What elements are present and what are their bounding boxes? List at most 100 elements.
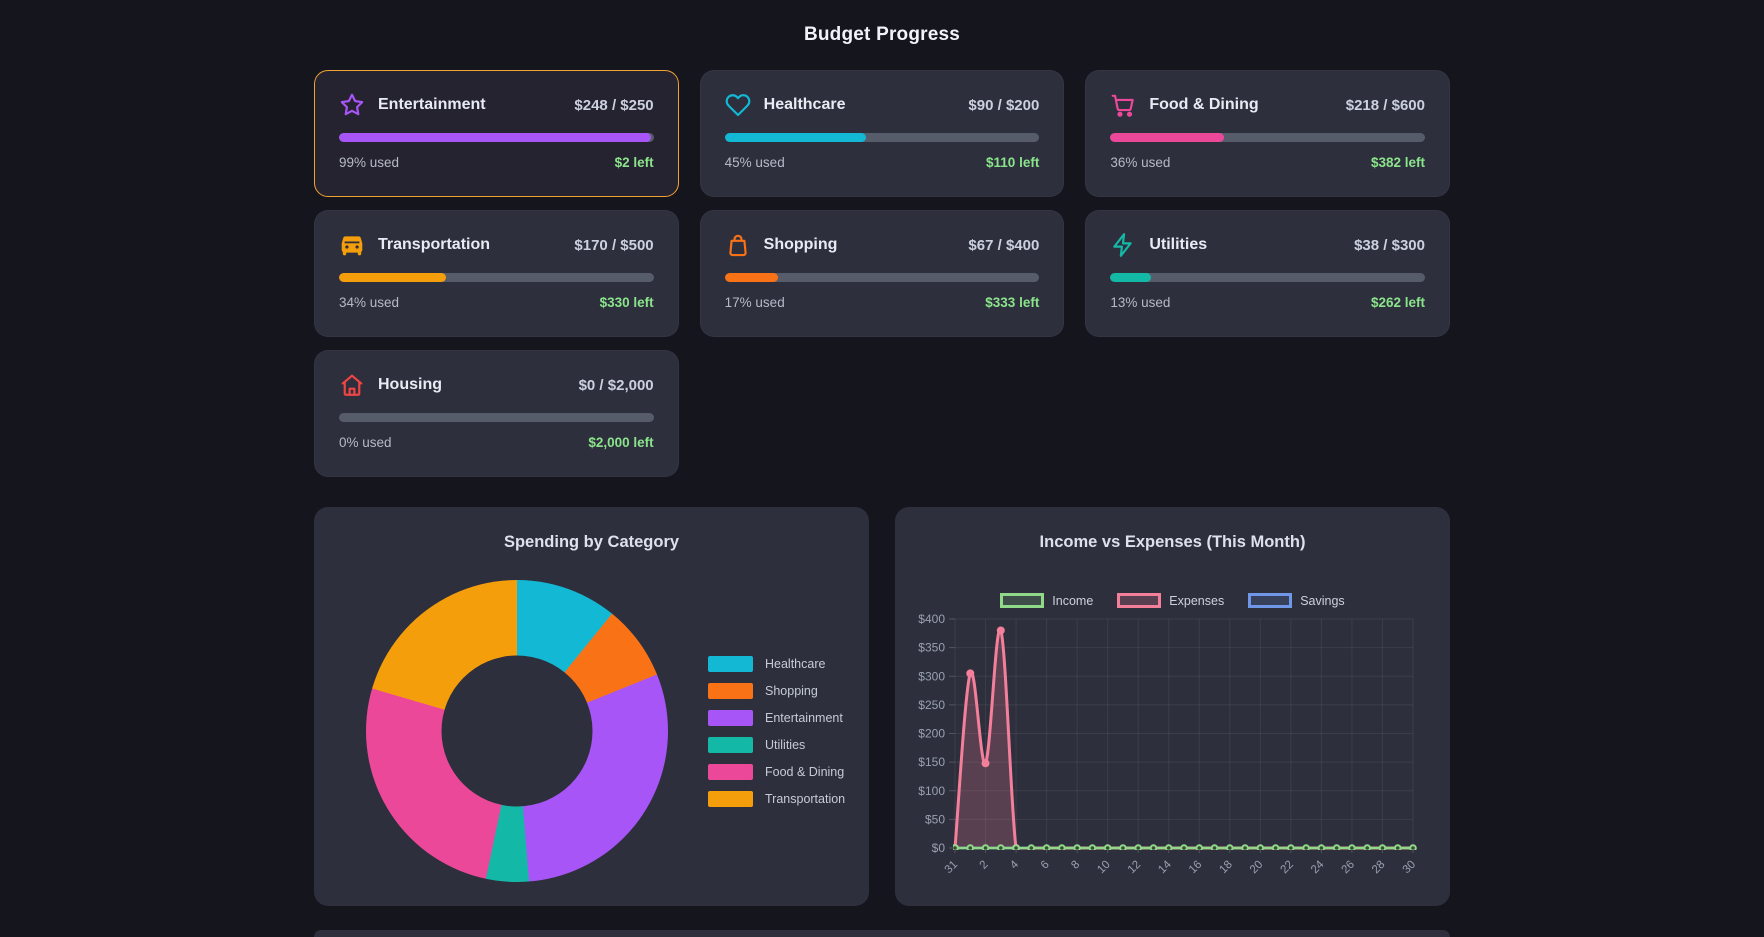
x-axis-tick: 16 — [1187, 859, 1205, 877]
progress-fill — [1110, 133, 1223, 142]
amount-left-label: $110 left — [986, 155, 1039, 170]
y-axis-tick: $200 — [918, 727, 945, 741]
progress-track — [1110, 133, 1425, 142]
pie-legend-item-transportation[interactable]: Transportation — [708, 791, 845, 807]
x-axis-tick: 12 — [1126, 859, 1144, 877]
amount-spent-vs-budget: $0 / $2,000 — [579, 377, 654, 394]
percent-used-label: 0% used — [339, 435, 392, 450]
progress-track — [725, 133, 1040, 142]
budget-card-shopping[interactable]: Shopping $67 / $400 17% used $333 left — [700, 210, 1065, 337]
line-chart-plot[interactable]: $400$350$300$250$200$150$100$50$03124681… — [895, 507, 1450, 906]
spending-by-category-card: Spending by Category Healthcare Shopping… — [314, 507, 869, 906]
pie-legend-item-utilities[interactable]: Utilities — [708, 737, 845, 753]
amount-spent-vs-budget: $170 / $500 — [574, 237, 653, 254]
progress-fill — [725, 133, 867, 142]
star-icon — [339, 92, 365, 118]
budget-dashboard: Budget Progress Entertainment $248 / $25… — [314, 0, 1450, 906]
pie-legend: Healthcare Shopping Entertainment Utilit… — [708, 656, 845, 807]
amount-spent-vs-budget: $248 / $250 — [574, 97, 653, 114]
card-header: Transportation $170 / $500 — [339, 232, 654, 258]
y-axis-tick: $50 — [925, 812, 945, 826]
budget-card-entertainment[interactable]: Entertainment $248 / $250 99% used $2 le… — [314, 70, 679, 197]
shopping-cart-icon — [1110, 92, 1136, 118]
card-footer: 13% used $262 left — [1110, 295, 1425, 310]
percent-used-label: 13% used — [1110, 295, 1170, 310]
donut-hole — [442, 656, 593, 807]
amount-left-label: $333 left — [985, 295, 1039, 310]
amount-left-label: $2 left — [615, 155, 654, 170]
category-name: Transportation — [378, 236, 490, 254]
progress-fill — [725, 273, 778, 282]
category-name: Shopping — [764, 236, 838, 254]
shopping-bag-icon — [725, 232, 751, 258]
category-name: Entertainment — [378, 96, 486, 114]
charts-row: Spending by Category Healthcare Shopping… — [314, 507, 1450, 906]
pie-chart-title: Spending by Category — [314, 533, 869, 552]
home-icon — [339, 372, 365, 398]
card-header: Healthcare $90 / $200 — [725, 92, 1040, 118]
x-axis-tick: 14 — [1156, 858, 1174, 876]
amount-spent-vs-budget: $90 / $200 — [968, 97, 1039, 114]
budget-card-utilities[interactable]: Utilities $38 / $300 13% used $262 left — [1085, 210, 1450, 337]
amount-spent-vs-budget: $67 / $400 — [968, 237, 1039, 254]
amount-spent-vs-budget: $38 / $300 — [1354, 237, 1425, 254]
spending-donut-chart[interactable] — [366, 580, 668, 882]
x-axis-tick: 10 — [1095, 859, 1113, 877]
category-name: Healthcare — [764, 96, 846, 114]
legend-label: Utilities — [765, 738, 805, 752]
amount-left-label: $382 left — [1371, 155, 1425, 170]
budget-cards-grid: Entertainment $248 / $250 99% used $2 le… — [314, 70, 1450, 477]
card-header: Food & Dining $218 / $600 — [1110, 92, 1425, 118]
legend-label: Food & Dining — [765, 765, 844, 779]
legend-swatch — [708, 737, 753, 753]
pie-legend-item-healthcare[interactable]: Healthcare — [708, 656, 845, 672]
category-name: Housing — [378, 376, 442, 394]
pie-legend-item-shopping[interactable]: Shopping — [708, 683, 845, 699]
amount-left-label: $2,000 left — [588, 435, 653, 450]
percent-used-label: 17% used — [725, 295, 785, 310]
y-axis-tick: $0 — [932, 841, 946, 855]
legend-swatch — [708, 764, 753, 780]
progress-track — [1110, 273, 1425, 282]
y-axis-tick: $100 — [918, 784, 945, 798]
legend-label: Healthcare — [765, 657, 825, 671]
card-header: Entertainment $248 / $250 — [339, 92, 654, 118]
x-axis-tick: 2 — [978, 859, 991, 872]
page-title: Budget Progress — [314, 24, 1450, 46]
card-footer: 0% used $2,000 left — [339, 435, 654, 450]
x-axis-tick: 24 — [1309, 858, 1327, 876]
card-footer: 17% used $333 left — [725, 295, 1040, 310]
percent-used-label: 45% used — [725, 155, 785, 170]
x-axis-tick: 28 — [1370, 859, 1388, 877]
budget-card-housing[interactable]: Housing $0 / $2,000 0% used $2,000 left — [314, 350, 679, 477]
budget-card-transportation[interactable]: Transportation $170 / $500 34% used $330… — [314, 210, 679, 337]
legend-swatch — [708, 683, 753, 699]
amount-left-label: $330 left — [600, 295, 654, 310]
card-footer: 34% used $330 left — [339, 295, 654, 310]
x-axis-tick: 6 — [1039, 859, 1052, 872]
x-axis-tick: 30 — [1401, 859, 1419, 877]
legend-label: Shopping — [765, 684, 818, 698]
y-axis-tick: $250 — [918, 698, 945, 712]
pie-legend-item-entertainment[interactable]: Entertainment — [708, 710, 845, 726]
car-icon — [339, 232, 365, 258]
percent-used-label: 34% used — [339, 295, 399, 310]
x-axis-tick: 18 — [1217, 859, 1235, 877]
progress-track — [339, 413, 654, 422]
card-footer: 36% used $382 left — [1110, 155, 1425, 170]
y-axis-tick: $150 — [918, 755, 945, 769]
budget-card-healthcare[interactable]: Healthcare $90 / $200 45% used $110 left — [700, 70, 1065, 197]
budget-card-food-dining[interactable]: Food & Dining $218 / $600 36% used $382 … — [1085, 70, 1450, 197]
percent-used-label: 36% used — [1110, 155, 1170, 170]
x-axis-tick: 4 — [1008, 858, 1021, 871]
x-axis-tick: 26 — [1340, 859, 1358, 877]
y-axis-tick: $300 — [918, 669, 945, 683]
pie-legend-item-food-dining[interactable]: Food & Dining — [708, 764, 845, 780]
legend-label: Entertainment — [765, 711, 843, 725]
x-axis-tick: 31 — [943, 859, 961, 877]
legend-swatch — [708, 710, 753, 726]
category-name: Food & Dining — [1149, 96, 1258, 114]
legend-label: Transportation — [765, 792, 845, 806]
card-footer: 99% used $2 left — [339, 155, 654, 170]
card-header: Housing $0 / $2,000 — [339, 372, 654, 398]
